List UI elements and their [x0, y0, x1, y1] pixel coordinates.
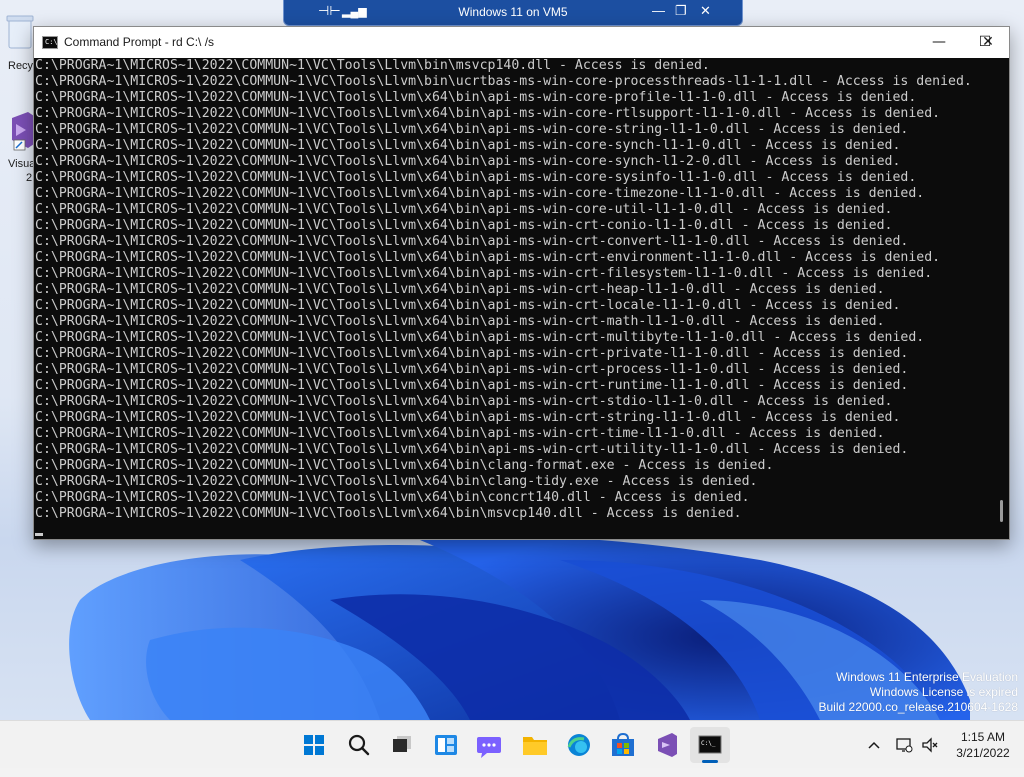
vm-minimize-icon[interactable]: —: [652, 3, 665, 18]
minimize-button[interactable]: —: [916, 27, 962, 58]
desktop-icon-recycle-bin[interactable]: Recy: [0, 8, 36, 72]
console-line: C:\PROGRA~1\MICROS~1\2022\COMMUN~1\VC\To…: [35, 170, 917, 185]
visual-studio-sublabel: 2: [26, 172, 33, 184]
network-button[interactable]: [894, 735, 916, 755]
command-prompt-icon: C:\: [42, 36, 58, 49]
console-line: C:\PROGRA~1\MICROS~1\2022\COMMUN~1\VC\To…: [35, 474, 758, 489]
watermark-build: Build 22000.co_release.210604-1628: [818, 700, 1019, 714]
close-button[interactable]: ✕: [965, 27, 1011, 58]
search-icon: [348, 734, 370, 756]
clock[interactable]: 1:15 AM 3/21/2022: [948, 729, 1018, 777]
console-line: C:\PROGRA~1\MICROS~1\2022\COMMUN~1\VC\To…: [35, 186, 925, 201]
console-scrollbar[interactable]: [995, 58, 1009, 536]
console-line: C:\PROGRA~1\MICROS~1\2022\COMMUN~1\VC\To…: [35, 458, 774, 473]
store-icon: [612, 732, 634, 756]
console-line: C:\PROGRA~1\MICROS~1\2022\COMMUN~1\VC\To…: [35, 154, 901, 169]
folder-icon: [523, 737, 547, 755]
edge-icon: [567, 734, 590, 756]
evaluation-watermark: Windows 11 Enterprise Evaluation Windows…: [819, 670, 1019, 715]
volume-muted-icon: [922, 737, 938, 753]
watermark-edition: Windows 11 Enterprise Evaluation: [836, 670, 1018, 684]
visual-studio-label: Visua: [8, 158, 36, 170]
start-button[interactable]: [294, 727, 334, 763]
close-icon: ✕: [982, 34, 994, 50]
widgets-button[interactable]: [426, 727, 466, 763]
vm-close-icon[interactable]: ✕: [700, 3, 711, 19]
task-view-button[interactable]: [382, 727, 422, 763]
console-cursor: [35, 533, 43, 536]
console-line: C:\PROGRA~1\MICROS~1\2022\COMMUN~1\VC\To…: [35, 314, 885, 329]
console-line: C:\PROGRA~1\MICROS~1\2022\COMMUN~1\VC\To…: [35, 106, 941, 121]
store-button[interactable]: [603, 727, 643, 763]
visual-studio-icon: [658, 733, 677, 757]
terminal-icon: C:\_: [698, 735, 722, 754]
chat-icon: [477, 737, 501, 758]
chat-button[interactable]: [469, 727, 509, 763]
vm-connection-bar: ⊣⊢ ▂▄▆ Windows 11 on VM5 — ❐ ✕: [283, 0, 743, 26]
svg-text:C:\_: C:\_: [701, 740, 716, 747]
console-line: C:\PROGRA~1\MICROS~1\2022\COMMUN~1\VC\To…: [35, 346, 909, 361]
scrollbar-thumb[interactable]: [1000, 500, 1003, 522]
console-line: C:\PROGRA~1\MICROS~1\2022\COMMUN~1\VC\To…: [35, 298, 901, 313]
volume-button[interactable]: [920, 735, 942, 755]
console-line: C:\PROGRA~1\MICROS~1\2022\COMMUN~1\VC\To…: [35, 122, 909, 137]
console-line: C:\PROGRA~1\MICROS~1\2022\COMMUN~1\VC\To…: [35, 394, 893, 409]
console-line: C:\PROGRA~1\MICROS~1\2022\COMMUN~1\VC\To…: [35, 74, 972, 89]
clock-date: 3/21/2022: [956, 746, 1010, 760]
console-line: C:\PROGRA~1\MICROS~1\2022\COMMUN~1\VC\To…: [35, 218, 893, 233]
console-line: C:\PROGRA~1\MICROS~1\2022\COMMUN~1\VC\To…: [35, 330, 925, 345]
file-explorer-button[interactable]: [515, 727, 555, 763]
window-title: Command Prompt - rd C:\ /s: [64, 35, 215, 49]
console-line: C:\PROGRA~1\MICROS~1\2022\COMMUN~1\VC\To…: [35, 234, 909, 249]
search-button[interactable]: [339, 727, 379, 763]
visual-studio-button[interactable]: [646, 727, 686, 763]
task-view-icon: [393, 736, 411, 752]
terminal-button[interactable]: C:\_: [690, 727, 730, 763]
console-line: C:\PROGRA~1\MICROS~1\2022\COMMUN~1\VC\To…: [35, 410, 901, 425]
active-indicator: [702, 760, 718, 763]
console-line: C:\PROGRA~1\MICROS~1\2022\COMMUN~1\VC\To…: [35, 426, 885, 441]
command-prompt-window[interactable]: C:\ Command Prompt - rd C:\ /s — ☐ ✕ C:\…: [33, 26, 1010, 540]
taskbar: C:\_ 1:15 AM 3/21/2022: [0, 720, 1024, 768]
recycle-bin-icon: [6, 15, 34, 49]
console-line: C:\PROGRA~1\MICROS~1\2022\COMMUN~1\VC\To…: [35, 506, 742, 521]
window-titlebar[interactable]: C:\ Command Prompt - rd C:\ /s — ☐: [34, 27, 1009, 58]
console-line: C:\PROGRA~1\MICROS~1\2022\COMMUN~1\VC\To…: [35, 490, 750, 505]
widgets-icon: [435, 735, 457, 755]
edge-button[interactable]: [559, 727, 599, 763]
console-line: C:\PROGRA~1\MICROS~1\2022\COMMUN~1\VC\To…: [35, 266, 933, 281]
console-line: C:\PROGRA~1\MICROS~1\2022\COMMUN~1\VC\To…: [35, 90, 917, 105]
desktop-icon-visual-studio[interactable]: Visua 2: [0, 110, 36, 184]
console-line: C:\PROGRA~1\MICROS~1\2022\COMMUN~1\VC\To…: [35, 282, 885, 297]
console-line: C:\PROGRA~1\MICROS~1\2022\COMMUN~1\VC\To…: [35, 362, 909, 377]
console-line: C:\PROGRA~1\MICROS~1\2022\COMMUN~1\VC\To…: [35, 442, 909, 457]
console-line: C:\PROGRA~1\MICROS~1\2022\COMMUN~1\VC\To…: [35, 250, 941, 265]
chevron-up-icon: [868, 741, 880, 749]
console-line: C:\PROGRA~1\MICROS~1\2022\COMMUN~1\VC\To…: [35, 138, 901, 153]
watermark-license: Windows License is expired: [869, 685, 1018, 699]
console-line: C:\PROGRA~1\MICROS~1\2022\COMMUN~1\VC\To…: [35, 202, 893, 217]
network-icon: [896, 738, 913, 753]
vm-restore-icon[interactable]: ❐: [675, 3, 687, 19]
recycle-bin-label: Recy: [8, 60, 34, 72]
console-line: C:\PROGRA~1\MICROS~1\2022\COMMUN~1\VC\To…: [35, 58, 710, 73]
console-line: C:\PROGRA~1\MICROS~1\2022\COMMUN~1\VC\To…: [35, 378, 909, 393]
console-output[interactable]: C:\PROGRA~1\MICROS~1\2022\COMMUN~1\VC\To…: [35, 58, 995, 536]
clock-time: 1:15 AM: [960, 730, 1006, 744]
windows-logo-icon: [304, 735, 324, 755]
visual-studio-icon: [12, 112, 34, 151]
vm-title: Windows 11 on VM5: [458, 5, 568, 19]
show-hidden-icons-button[interactable]: [864, 735, 886, 755]
